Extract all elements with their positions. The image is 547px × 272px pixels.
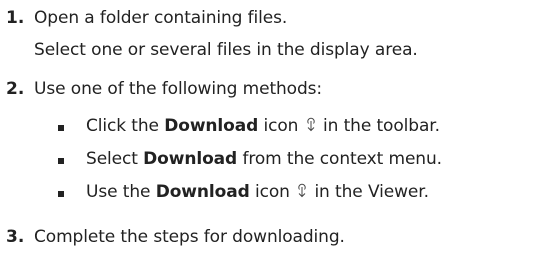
step-text: Select one or several files in the displ…	[34, 40, 418, 60]
download-icon	[307, 117, 315, 132]
method-text: Use the	[86, 182, 151, 202]
step-text: Use one of the following methods:	[34, 79, 323, 99]
step-number: 1.	[6, 8, 25, 28]
bullet	[58, 191, 64, 197]
step-text: Open a folder containing files.	[34, 8, 288, 28]
method-text: in the Viewer.	[314, 182, 429, 202]
bullet	[58, 125, 64, 131]
method-text: Click the	[86, 116, 159, 136]
method-text: Select	[86, 149, 138, 169]
bullet	[58, 158, 64, 164]
download-icon	[298, 183, 306, 198]
step-number: 2.	[6, 79, 25, 99]
step-text: Complete the steps for downloading.	[34, 227, 345, 247]
instructions: 1. Open a folder containing files. Selec…	[0, 0, 547, 272]
step-number: 3.	[6, 227, 25, 247]
method-text: icon	[263, 116, 299, 136]
method-text: icon	[254, 182, 290, 202]
method-keyword: Download	[155, 182, 250, 202]
method-keyword: Download	[164, 116, 259, 136]
method-item: Click the Download icon in the toolbar.	[86, 114, 440, 138]
method-keyword: Download	[143, 149, 238, 169]
method-item: Select Download from the context menu.	[86, 147, 442, 171]
method-text: in the toolbar.	[322, 116, 440, 136]
method-text: from the context menu.	[242, 149, 442, 169]
method-item: Use the Download icon in the Viewer.	[86, 180, 429, 204]
